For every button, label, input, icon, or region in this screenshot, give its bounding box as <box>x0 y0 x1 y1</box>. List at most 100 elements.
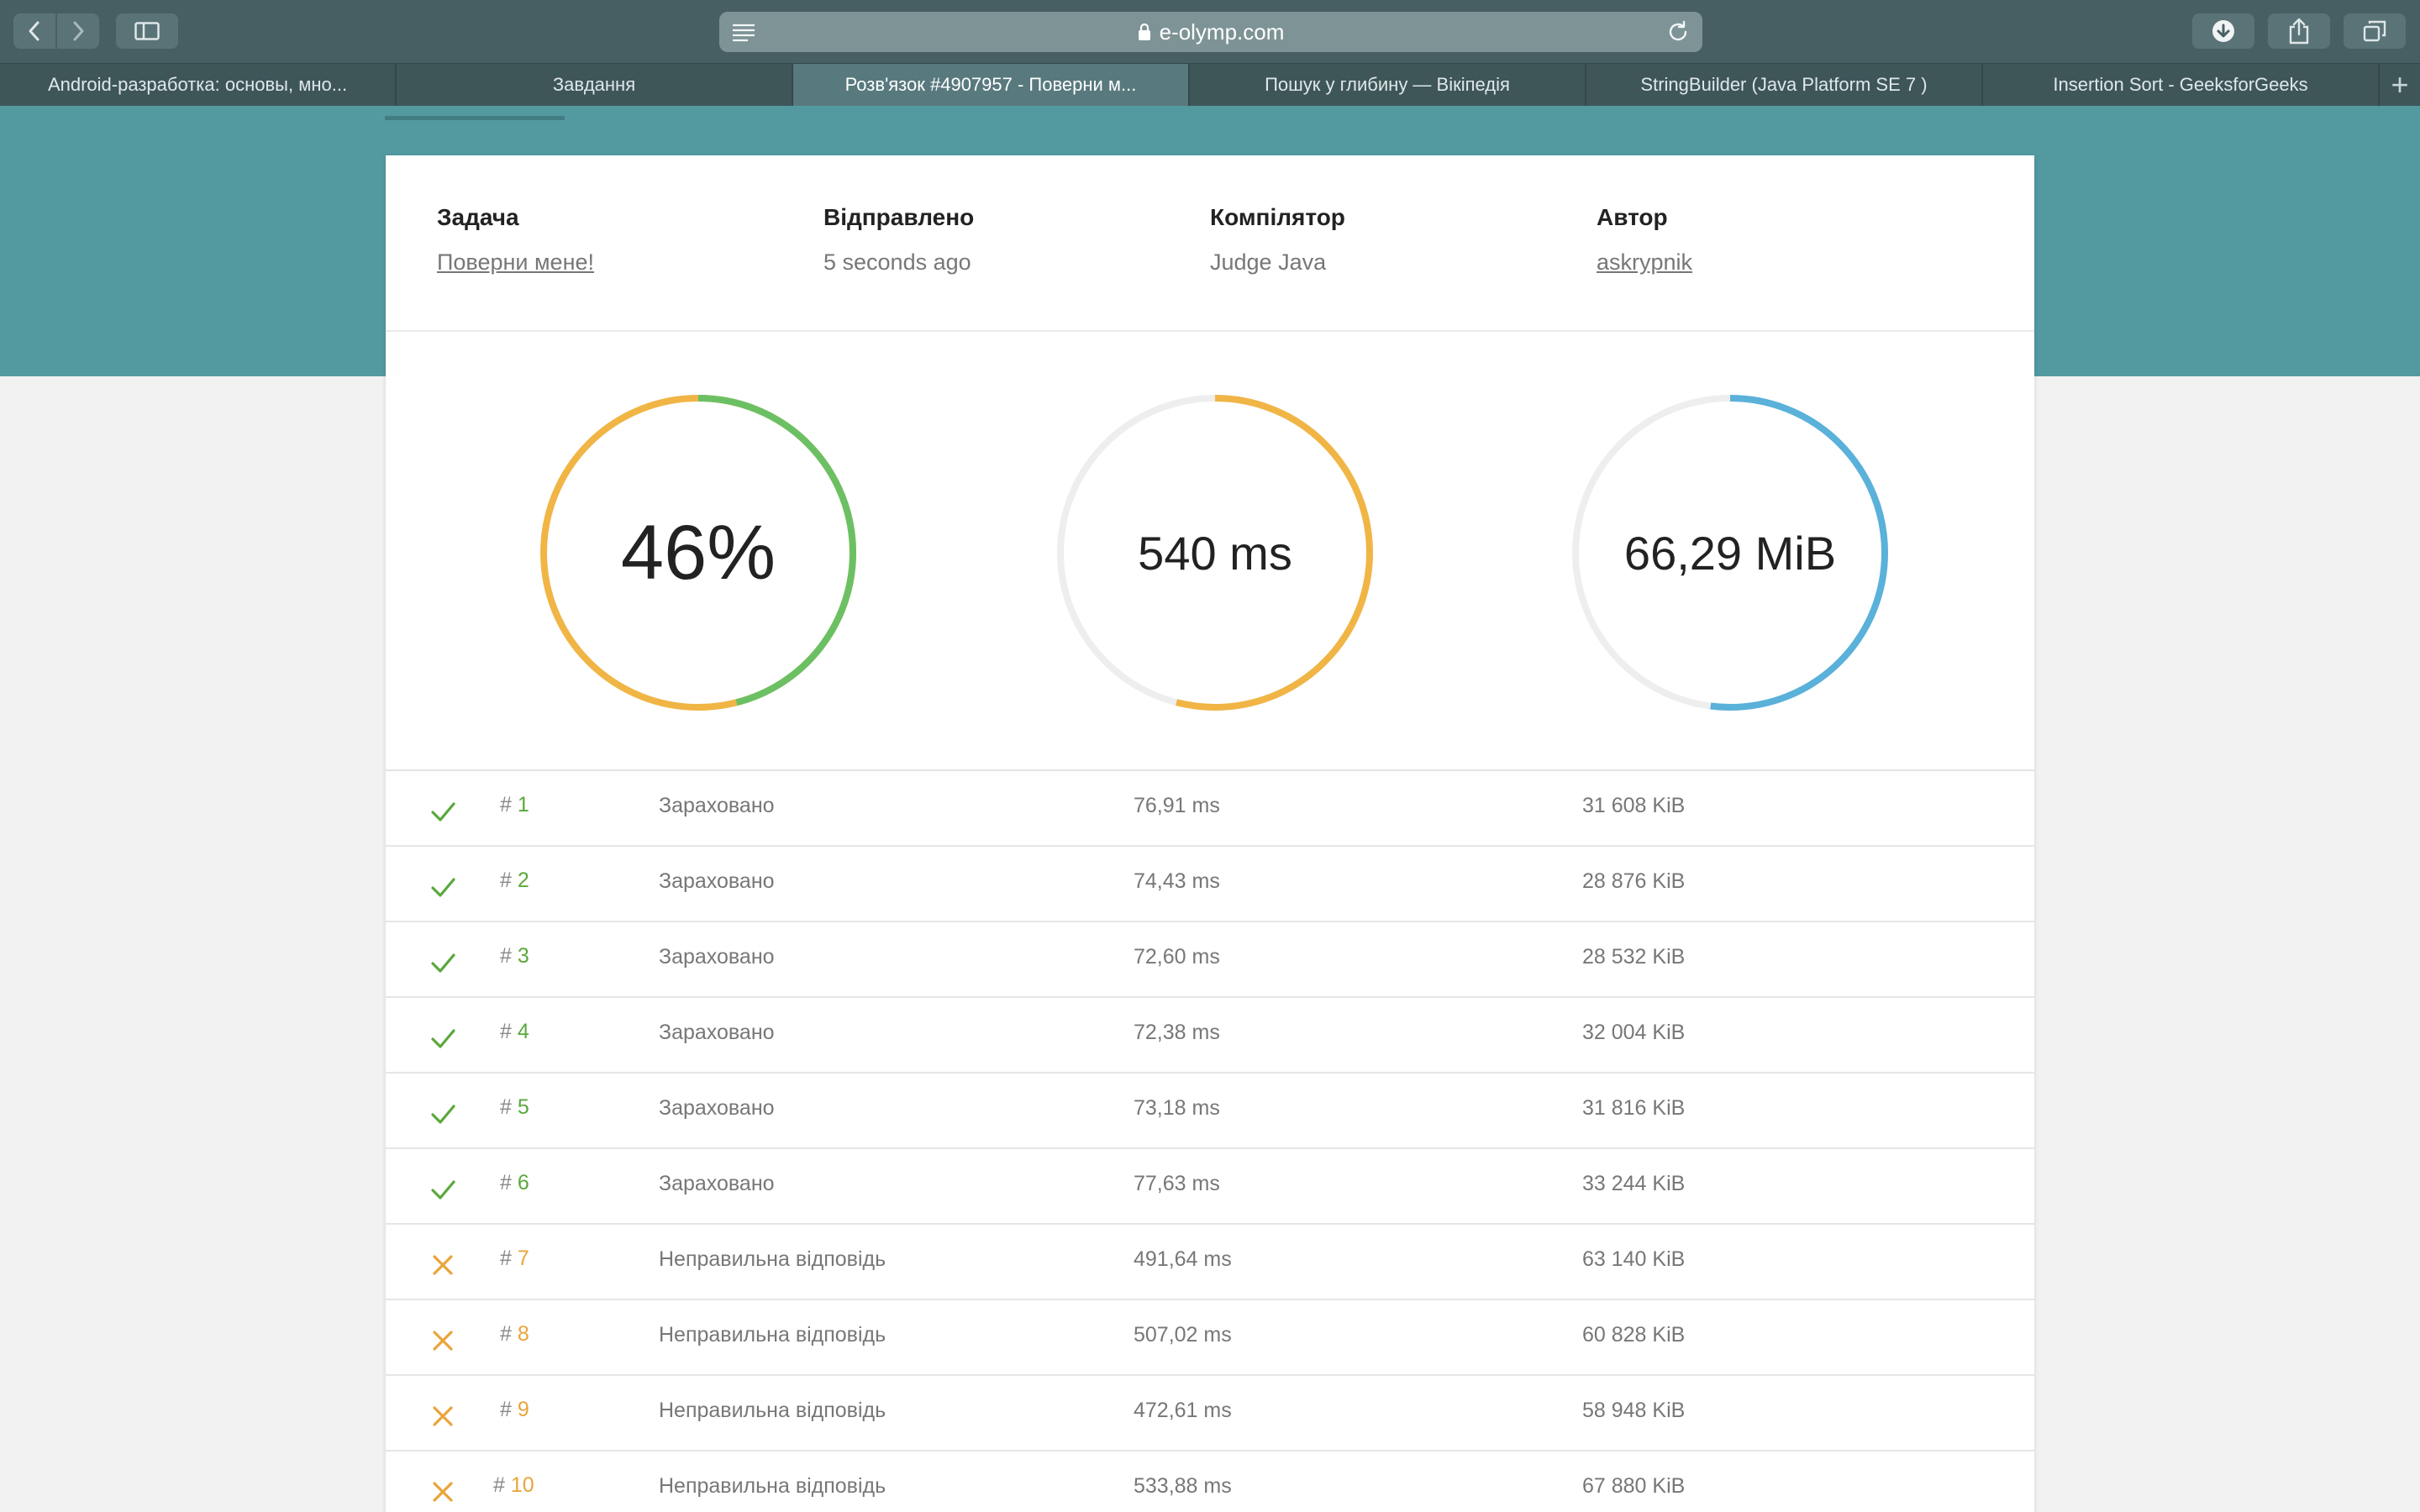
submission-info: Задача Поверни мене! Відправлено 5 secon… <box>386 155 2034 332</box>
gauges-row: 46% 540 ms 66,29 MiB <box>386 332 2034 771</box>
tab-wikipedia[interactable]: Пошук у глибину — Вікіпедія <box>1190 64 1586 106</box>
test-number-hash: # <box>500 944 512 968</box>
compiler-label: Компілятор <box>1210 204 1345 230</box>
author-info: Автор askrypnik <box>1597 204 1692 276</box>
test-number-hash: # <box>500 1247 512 1270</box>
tab-overview-button[interactable] <box>2344 13 2406 49</box>
url-display: e-olymp.com <box>719 12 1702 52</box>
address-bar[interactable]: e-olymp.com <box>719 12 1702 52</box>
sent-label: Відправлено <box>823 204 975 230</box>
test-number-value: 2 <box>517 869 529 892</box>
test-time: 73,18 ms <box>1134 1096 1220 1120</box>
test-verdict: Зараховано <box>659 945 775 969</box>
author-label: Автор <box>1597 204 1668 230</box>
test-row: # 5 Зараховано 73,18 ms 31 816 KiB <box>386 1074 2034 1149</box>
memory-gauge: 66,29 MiB <box>1566 389 1894 717</box>
test-memory: 28 876 KiB <box>1582 869 1686 893</box>
new-tab-button[interactable]: + <box>2380 64 2420 106</box>
test-verdict: Неправильна відповідь <box>659 1474 886 1498</box>
tab-submission[interactable]: Розв'язок #4907957 - Поверни м... <box>793 64 1190 106</box>
test-memory: 33 244 KiB <box>1582 1172 1686 1195</box>
test-verdict: Зараховано <box>659 794 775 817</box>
reload-icon[interactable] <box>1665 19 1691 45</box>
check-icon <box>431 878 455 897</box>
url-text: e-olymp.com <box>1159 18 1285 45</box>
test-verdict: Неправильна відповідь <box>659 1247 886 1271</box>
test-number: # 10 <box>493 1473 534 1498</box>
share-icon <box>2289 18 2309 45</box>
download-icon <box>2212 20 2234 42</box>
tabs-icon <box>2363 20 2386 42</box>
check-icon <box>431 1180 455 1200</box>
test-row: # 1 Зараховано 76,91 ms 31 608 KiB <box>386 771 2034 847</box>
time-value: 540 ms <box>1138 526 1292 580</box>
test-memory: 32 004 KiB <box>1582 1021 1686 1044</box>
test-number: # 7 <box>500 1247 529 1271</box>
test-verdict: Зараховано <box>659 1172 775 1195</box>
test-memory: 63 140 KiB <box>1582 1247 1686 1271</box>
test-time: 72,38 ms <box>1134 1021 1220 1044</box>
chevron-left-icon <box>29 21 39 41</box>
check-icon <box>431 953 455 973</box>
test-memory: 31 816 KiB <box>1582 1096 1686 1120</box>
test-results-table: # 1 Зараховано 76,91 ms 31 608 KiB # 2 Зарахо… <box>386 771 2034 1512</box>
test-number: # 6 <box>500 1171 529 1195</box>
test-number: # 2 <box>500 869 529 893</box>
active-tab-underline <box>385 116 565 120</box>
test-memory: 60 828 KiB <box>1582 1323 1686 1347</box>
sent-info: Відправлено 5 seconds ago <box>823 204 974 276</box>
tab-zavdannia[interactable]: Завдання <box>397 64 793 106</box>
test-time: 507,02 ms <box>1134 1323 1232 1347</box>
test-memory: 31 608 KiB <box>1582 794 1686 817</box>
test-verdict: Неправильна відповідь <box>659 1323 886 1347</box>
compiler-info: Компілятор Judge Java <box>1210 204 1345 276</box>
check-icon <box>431 1105 455 1124</box>
score-gauge: 46% <box>534 389 862 717</box>
test-number: # 9 <box>500 1398 529 1422</box>
test-number-hash: # <box>500 869 512 892</box>
author-link[interactable]: askrypnik <box>1597 249 1692 276</box>
back-button[interactable] <box>13 13 55 49</box>
test-time: 77,63 ms <box>1134 1172 1220 1195</box>
test-number-hash: # <box>500 793 512 816</box>
lock-icon <box>1138 23 1150 40</box>
test-row: # 4 Зараховано 72,38 ms 32 004 KiB <box>386 998 2034 1074</box>
test-number: # 3 <box>500 944 529 969</box>
downloads-button[interactable] <box>2192 13 2254 49</box>
test-row: # 7 Неправильна відповідь 491,64 ms 63 140 … <box>386 1225 2034 1300</box>
test-number-value: 4 <box>517 1020 529 1043</box>
sent-value: 5 seconds ago <box>823 249 971 275</box>
test-row: # 2 Зараховано 74,43 ms 28 876 KiB <box>386 847 2034 922</box>
problem-link[interactable]: Поверни мене! <box>437 249 594 276</box>
test-number-hash: # <box>500 1398 512 1421</box>
test-time: 491,64 ms <box>1134 1247 1232 1271</box>
forward-button[interactable] <box>55 13 99 49</box>
share-button[interactable] <box>2268 13 2330 49</box>
test-number-hash: # <box>500 1020 512 1043</box>
test-number: # 4 <box>500 1020 529 1044</box>
test-row: # 8 Неправильна відповідь 507,02 ms 60 828 … <box>386 1300 2034 1376</box>
check-icon <box>431 1029 455 1048</box>
test-number-value: 5 <box>517 1095 529 1119</box>
chevron-right-icon <box>73 21 84 41</box>
compiler-value: Judge Java <box>1210 249 1327 275</box>
test-row: # 9 Неправильна відповідь 472,61 ms 58 948 … <box>386 1376 2034 1452</box>
test-verdict: Неправильна відповідь <box>659 1399 886 1422</box>
test-verdict: Зараховано <box>659 1096 775 1120</box>
cross-icon <box>433 1406 453 1426</box>
tab-stringbuilder[interactable]: StringBuilder (Java Platform SE 7 ) <box>1586 64 1983 106</box>
test-row: # 3 Зараховано 72,60 ms 28 532 KiB <box>386 922 2034 998</box>
test-time: 533,88 ms <box>1134 1474 1232 1498</box>
test-time: 72,60 ms <box>1134 945 1220 969</box>
sidebar-toggle-button[interactable] <box>116 13 178 49</box>
problem-info: Задача Поверни мене! <box>437 204 594 276</box>
test-number-hash: # <box>500 1095 512 1119</box>
test-number-value: 6 <box>517 1171 529 1194</box>
test-memory: 28 532 KiB <box>1582 945 1686 969</box>
check-icon <box>431 802 455 822</box>
tab-insertion-sort[interactable]: Insertion Sort - GeeksforGeeks <box>1983 64 2380 106</box>
test-number: # 1 <box>500 793 529 817</box>
tab-android[interactable]: Android-разработка: основы, мно... <box>0 64 397 106</box>
browser-toolbar: e-olymp.com <box>0 0 2420 63</box>
test-number-value: 8 <box>517 1322 529 1346</box>
